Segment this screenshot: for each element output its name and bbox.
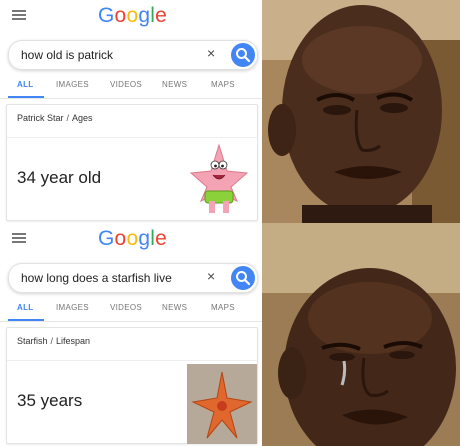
search-panel-1: Google how old is patrick × ALL IMAGES V…	[0, 0, 262, 223]
tab-all[interactable]: ALL	[17, 303, 33, 312]
card-divider	[7, 137, 257, 138]
breadcrumb-subject[interactable]: Patrick Star	[17, 113, 64, 123]
search-input[interactable]: how long does a starfish live	[21, 271, 172, 285]
clear-icon[interactable]: ×	[207, 268, 215, 284]
search-icon	[236, 271, 251, 286]
answer-text: 34 year old	[17, 168, 102, 187]
tab-maps[interactable]: MAPS	[211, 80, 235, 89]
search-box[interactable]: how old is patrick ×	[8, 40, 258, 70]
logo-letter: o	[114, 4, 127, 27]
tab-maps[interactable]: MAPS	[211, 303, 235, 312]
breadcrumb-attribute: Lifespan	[56, 336, 91, 346]
tab-news[interactable]: NEWS	[162, 80, 187, 89]
tab-videos[interactable]: VIDEOS	[110, 80, 142, 89]
logo-letter: o	[126, 227, 139, 250]
tab-all[interactable]: ALL	[17, 80, 33, 89]
search-icon	[236, 48, 251, 63]
crying-man-photo	[262, 223, 460, 446]
search-button[interactable]	[231, 266, 255, 290]
breadcrumb-separator: /	[66, 113, 70, 123]
patrick-star-icon[interactable]	[189, 141, 249, 217]
tab-images[interactable]: IMAGES	[56, 80, 89, 89]
crying-face-illustration	[262, 0, 460, 223]
tab-videos[interactable]: VIDEOS	[110, 303, 142, 312]
logo-letter: e	[155, 227, 167, 250]
tab-news[interactable]: NEWS	[162, 303, 187, 312]
starfish-icon[interactable]	[187, 364, 257, 444]
search-button[interactable]	[231, 43, 255, 67]
logo-letter: G	[98, 227, 115, 250]
answer-text: 35 years	[17, 391, 83, 410]
search-box[interactable]: how long does a starfish live ×	[8, 263, 258, 293]
logo-letter: e	[155, 4, 167, 27]
google-logo: Google	[98, 227, 167, 251]
search-input[interactable]: how old is patrick	[21, 48, 113, 62]
crying-man-photo	[262, 0, 460, 223]
tab-images[interactable]: IMAGES	[56, 303, 89, 312]
menu-icon[interactable]	[12, 10, 26, 20]
breadcrumb-attribute: Ages	[72, 113, 93, 123]
breadcrumb: Patrick Star / Ages	[17, 113, 93, 123]
breadcrumb-subject[interactable]: Starfish	[17, 336, 48, 346]
answer-card: Starfish / Lifespan 35 years	[6, 327, 258, 444]
logo-letter: g	[138, 227, 151, 250]
logo-letter: G	[98, 4, 115, 27]
divider	[0, 321, 262, 322]
crying-face-illustration	[262, 223, 460, 446]
search-panel-2: Google how long does a starfish live × A…	[0, 223, 262, 446]
search-tabs: ALL IMAGES VIDEOS NEWS MAPS	[0, 76, 262, 96]
divider	[0, 98, 262, 99]
clear-icon[interactable]: ×	[207, 45, 215, 61]
google-logo: Google	[98, 4, 167, 28]
logo-letter: g	[138, 4, 151, 27]
breadcrumb-separator: /	[50, 336, 54, 346]
logo-letter: o	[114, 227, 127, 250]
answer-card: Patrick Star / Ages 34 year old	[6, 104, 258, 221]
logo-letter: o	[126, 4, 139, 27]
card-divider	[7, 360, 257, 361]
breadcrumb: Starfish / Lifespan	[17, 336, 90, 346]
menu-icon[interactable]	[12, 233, 26, 243]
search-tabs: ALL IMAGES VIDEOS NEWS MAPS	[0, 299, 262, 319]
